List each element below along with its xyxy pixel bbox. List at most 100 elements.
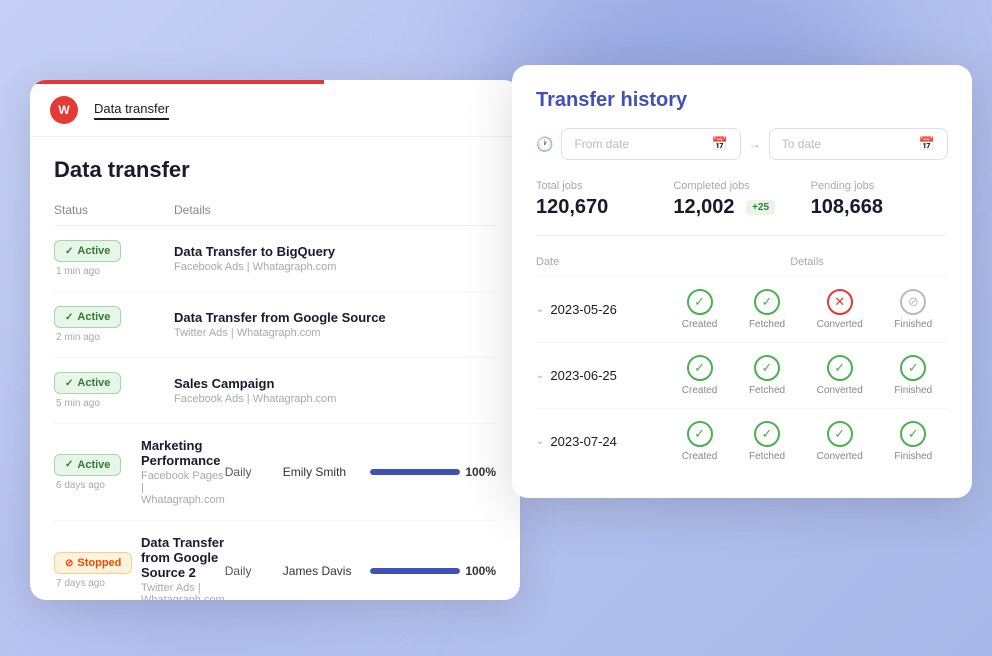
progress-bar-fill: [370, 469, 460, 475]
progress-cell: [370, 469, 460, 475]
finished-label: Finished: [894, 385, 932, 396]
row-date: ⌄ 2023-07-24: [536, 434, 666, 449]
data-table: Status Details ✓ Active 1 min ago Data T…: [30, 195, 520, 600]
details-cell: Marketing Performance Facebook Pages | W…: [141, 438, 225, 506]
progress-bar-fill: [370, 568, 460, 574]
history-row: ⌄ 2023-07-24 ✓ Created ✓ Fetched ✓ Conve…: [536, 409, 948, 474]
converted-label: Converted: [817, 451, 863, 462]
status-time: 5 min ago: [54, 398, 174, 409]
fetched-status: ✓ Fetched: [749, 421, 785, 462]
converted-icon: ✓: [827, 355, 853, 381]
progress-bar-background: [370, 568, 460, 574]
status-cell: ✓ Active 1 min ago: [54, 240, 174, 277]
col-header-status: Status: [54, 203, 174, 217]
progress-cell: [370, 568, 460, 574]
created-status: ✓ Created: [682, 421, 718, 462]
frequency-cell: Daily: [225, 562, 283, 580]
history-row: ⌄ 2023-06-25 ✓ Created ✓ Fetched ✓ Conve…: [536, 343, 948, 409]
details-cell: Data Transfer from Google Source 2 Twitt…: [141, 535, 225, 600]
status-time: 2 min ago: [54, 332, 174, 343]
chevron-icon: ⌄: [536, 370, 544, 381]
transfer-name: Data Transfer from Google Source: [174, 310, 496, 325]
status-icons: ✓ Created ✓ Fetched ✓ Converted ✓ Finish…: [666, 355, 948, 396]
table-row: ✓ Active 1 min ago Data Transfer to BigQ…: [54, 226, 496, 292]
stat-pending-jobs: Pending jobs 108,668: [811, 180, 948, 219]
check-icon: ✓: [65, 459, 73, 470]
created-label: Created: [682, 319, 718, 330]
col-header-details: Details: [174, 203, 496, 217]
transfer-source: Twitter Ads | Whatagraph.com: [174, 327, 496, 339]
status-badge-active: ✓ Active: [54, 372, 121, 394]
completed-jobs-label: Completed jobs: [673, 180, 810, 192]
transfer-name: Marketing Performance: [141, 438, 225, 468]
finished-icon: ⊘: [900, 289, 926, 315]
created-status: ✓ Created: [682, 289, 718, 330]
created-label: Created: [682, 385, 718, 396]
row-date: ⌄ 2023-06-25: [536, 368, 666, 383]
transfer-source: Facebook Pages | Whatagraph.com: [141, 470, 225, 506]
pending-jobs-value: 108,668: [811, 196, 948, 219]
stat-total-jobs: Total jobs 120,670: [536, 180, 673, 219]
created-icon: ✓: [687, 289, 713, 315]
completed-jobs-value: 12,002 +25: [673, 196, 810, 219]
arrow-icon: →: [749, 137, 761, 151]
status-badge-active: ✓ Active: [54, 306, 121, 328]
col-header-date: Date: [536, 256, 666, 268]
calendar-icon-from: 📅: [712, 136, 728, 152]
chevron-icon: ⌄: [536, 436, 544, 447]
history-row: ⌄ 2023-05-26 ✓ Created ✓ Fetched ✕ Conve…: [536, 277, 948, 343]
table-row: ✓ Active 5 min ago Sales Campaign Facebo…: [54, 358, 496, 424]
finished-status: ✓ Finished: [894, 355, 932, 396]
converted-label: Converted: [817, 319, 863, 330]
created-icon: ✓: [687, 355, 713, 381]
stats-row: Total jobs 120,670 Completed jobs 12,002…: [536, 180, 948, 236]
status-time: 7 days ago: [54, 578, 141, 589]
from-date-input[interactable]: From date 📅: [561, 128, 740, 160]
details-cell: Data Transfer to BigQuery Facebook Ads |…: [174, 244, 496, 273]
pending-jobs-label: Pending jobs: [811, 180, 948, 192]
status-badge-active: ✓ Active: [54, 240, 121, 262]
table-header: Status Details: [54, 195, 496, 226]
table-row: ⊘ Stopped 7 days ago Data Transfer from …: [54, 521, 496, 600]
transfer-name: Data Transfer to BigQuery: [174, 244, 496, 259]
table-row: ✓ Active 2 min ago Data Transfer from Go…: [54, 292, 496, 358]
status-icons: ✓ Created ✓ Fetched ✓ Converted ✓ Finish…: [666, 421, 948, 462]
tab-data-transfer[interactable]: Data transfer: [94, 101, 169, 120]
fetched-icon: ✓: [754, 355, 780, 381]
status-icons: ✓ Created ✓ Fetched ✕ Converted ⊘ Finish…: [666, 289, 948, 330]
fetched-label: Fetched: [749, 451, 785, 462]
clock-icon: 🕐: [536, 136, 553, 153]
status-cell: ⊘ Stopped 7 days ago: [54, 552, 141, 589]
percent-cell: 100%: [460, 463, 496, 481]
total-jobs-value: 120,670: [536, 196, 673, 219]
frequency-cell: Daily: [225, 463, 283, 481]
converted-status: ✕ Converted: [817, 289, 863, 330]
status-cell: ✓ Active 5 min ago: [54, 372, 174, 409]
fetched-label: Fetched: [749, 319, 785, 330]
fetched-status: ✓ Fetched: [749, 355, 785, 396]
converted-status: ✓ Converted: [817, 421, 863, 462]
completed-badge: +25: [746, 200, 775, 215]
main-card: W Data transfer Data transfer Status Det…: [30, 80, 520, 600]
check-icon: ✓: [65, 246, 73, 257]
to-date-input[interactable]: To date 📅: [769, 128, 948, 160]
col-header-details-history: Details: [666, 256, 948, 268]
history-table-header: Date Details: [536, 256, 948, 277]
status-time: 1 min ago: [54, 266, 174, 277]
page-title: Data transfer: [30, 137, 520, 195]
converted-icon: ✕: [827, 289, 853, 315]
date-filter: 🕐 From date 📅 → To date 📅: [536, 128, 948, 160]
created-icon: ✓: [687, 421, 713, 447]
user-cell: James Davis: [283, 562, 370, 580]
table-row: ✓ Active 6 days ago Marketing Performanc…: [54, 424, 496, 521]
history-title: Transfer history: [536, 89, 948, 112]
created-label: Created: [682, 451, 718, 462]
stat-completed-jobs: Completed jobs 12,002 +25: [673, 180, 810, 219]
transfer-source: Facebook Ads | Whatagraph.com: [174, 393, 496, 405]
card-header: W Data transfer: [30, 84, 520, 137]
percent-cell: 100%: [460, 562, 496, 580]
stop-icon: ⊘: [65, 558, 73, 569]
transfer-source: Facebook Ads | Whatagraph.com: [174, 261, 496, 273]
from-date-placeholder: From date: [574, 137, 629, 151]
status-badge-active: ✓ Active: [54, 454, 121, 476]
